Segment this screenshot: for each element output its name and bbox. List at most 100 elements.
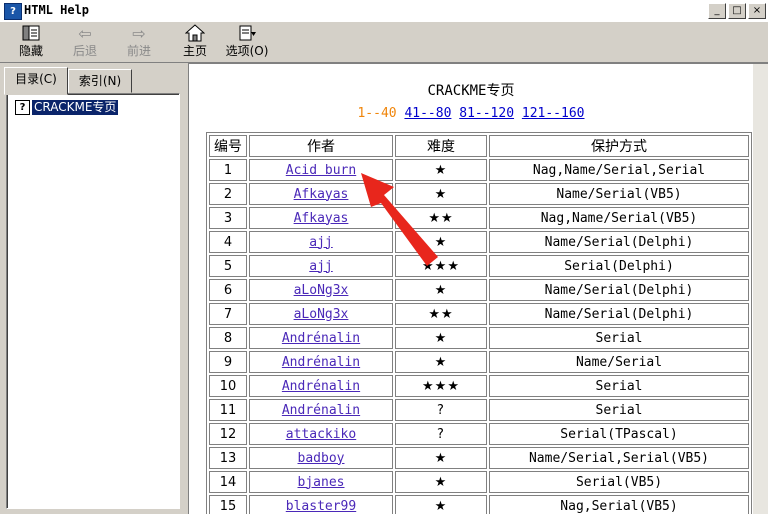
difficulty-rating-cell: ★	[395, 327, 487, 349]
table-row: 10 Andrénalin ★★★ Serial	[209, 375, 749, 397]
header-number: 编号	[209, 135, 247, 157]
difficulty-rating: ★	[434, 498, 448, 514]
author-link[interactable]: Afkayas	[294, 211, 349, 226]
author-link[interactable]: Afkayas	[294, 187, 349, 202]
protection-method: Serial(VB5)	[575, 474, 663, 490]
author-link[interactable]: badboy	[298, 451, 345, 466]
author-link[interactable]: aLoNg3x	[294, 307, 349, 322]
author-link[interactable]: aLoNg3x	[294, 283, 349, 298]
protection-method-cell: Name/Serial,Serial(VB5)	[489, 447, 749, 469]
author-link[interactable]: Andrénalin	[282, 331, 360, 346]
table-row: 8 Andrénalin ★ Serial	[209, 327, 749, 349]
author-link[interactable]: attackiko	[286, 427, 356, 442]
difficulty-rating-cell: ★	[395, 231, 487, 253]
author-link[interactable]: Acid burn	[286, 163, 356, 178]
table-row: 12 attackiko? Serial(TPascal)	[209, 423, 749, 445]
difficulty-rating-cell: ★	[395, 351, 487, 373]
difficulty-rating: ★	[434, 234, 448, 250]
back-arrow-icon: ⇦	[78, 24, 92, 43]
maximize-button[interactable]: □	[728, 3, 746, 19]
row-number-cell: 6	[209, 279, 247, 301]
author-link[interactable]: bjanes	[298, 475, 345, 490]
protection-method-cell: Serial(VB5)	[489, 471, 749, 493]
tree-item-crackme[interactable]: ? CRACKME专页	[15, 100, 119, 115]
difficulty-rating-cell: ★	[395, 279, 487, 301]
difficulty-rating: ★	[434, 354, 448, 370]
header-protection: 保护方式	[489, 135, 749, 157]
header-difficulty: 难度	[395, 135, 487, 157]
home-button[interactable]: 主页	[170, 24, 220, 60]
table-row: 13 badboy ★ Name/Serial,Serial(VB5)	[209, 447, 749, 469]
row-number: 7	[223, 306, 233, 322]
row-number-cell: 5	[209, 255, 247, 277]
difficulty-rating: ★	[434, 282, 448, 298]
protection-method: Name/Serial(Delphi)	[544, 306, 694, 322]
content-pane: CRACKME专页 1--40 41--80 81--120 121--160 …	[188, 63, 768, 514]
row-number-cell: 15	[209, 495, 247, 514]
difficulty-rating: ★	[434, 330, 448, 346]
options-button[interactable]: 选项(O)	[222, 24, 272, 60]
author-link[interactable]: ajj	[309, 259, 332, 274]
protection-method: Name/Serial(Delphi)	[544, 282, 694, 298]
forward-arrow-icon: ⇨	[132, 24, 146, 43]
tab-index[interactable]: 索引(N)	[68, 69, 132, 93]
author-link-cell: Andrénalin	[249, 351, 393, 373]
minimize-button[interactable]: _	[708, 3, 726, 19]
difficulty-rating-cell: ★	[395, 447, 487, 469]
range-link-current[interactable]: 1--40	[357, 106, 396, 121]
protection-method-cell: Name/Serial(Delphi)	[489, 231, 749, 253]
protection-method: Nag,Name/Serial(VB5)	[540, 210, 698, 226]
row-number-cell: 13	[209, 447, 247, 469]
author-link-cell: attackiko	[249, 423, 393, 445]
range-link[interactable]: 41--80	[404, 106, 451, 121]
author-link-cell: Afkayas	[249, 207, 393, 229]
protection-method-cell: Nag,Name/Serial,Serial	[489, 159, 749, 181]
difficulty-rating: ★★★	[422, 378, 460, 394]
protection-method: Name/Serial	[575, 354, 663, 370]
row-number: 15	[219, 498, 237, 514]
difficulty-rating: ★★	[428, 306, 454, 322]
row-number-cell: 1	[209, 159, 247, 181]
author-link[interactable]: Andrénalin	[282, 355, 360, 370]
row-number: 11	[219, 402, 237, 418]
hide-button[interactable]: 隐藏	[6, 24, 56, 60]
tab-contents[interactable]: 目录(C)	[4, 67, 68, 95]
protection-method-cell: Nag,Name/Serial(VB5)	[489, 207, 749, 229]
author-link[interactable]: blaster99	[286, 499, 356, 514]
author-link-cell: Andrénalin	[249, 399, 393, 421]
window-title: HTML Help	[24, 3, 90, 17]
difficulty-rating-cell: ★	[395, 159, 487, 181]
close-button[interactable]: ×	[748, 3, 766, 19]
author-link-cell: ajj	[249, 255, 393, 277]
protection-method: Serial(Delphi)	[564, 258, 674, 274]
row-number-cell: 11	[209, 399, 247, 421]
protection-method-cell: Serial(TPascal)	[489, 423, 749, 445]
difficulty-rating: ★	[434, 186, 448, 202]
row-number: 9	[223, 354, 233, 370]
author-link-cell: bjanes	[249, 471, 393, 493]
author-link-cell: Acid burn	[249, 159, 393, 181]
range-link[interactable]: 81--120	[459, 106, 514, 121]
author-link[interactable]: Andrénalin	[282, 379, 360, 394]
row-number-cell: 3	[209, 207, 247, 229]
protection-method: Serial	[595, 378, 643, 394]
difficulty-rating-cell: ★	[395, 495, 487, 514]
range-link[interactable]: 121--160	[522, 106, 585, 121]
author-link[interactable]: ajj	[309, 235, 332, 250]
vertical-scrollbar[interactable]	[753, 64, 768, 514]
author-link[interactable]: Andrénalin	[282, 403, 360, 418]
table-row: 1 Acid burn ★ Nag,Name/Serial,Serial	[209, 159, 749, 181]
difficulty-rating: ★	[434, 450, 448, 466]
row-number: 13	[219, 450, 237, 466]
title-bar: ? HTML Help _ □ ×	[0, 0, 768, 23]
row-number: 14	[219, 474, 237, 490]
author-link-cell: Andrénalin	[249, 375, 393, 397]
difficulty-rating: ★★★	[422, 258, 460, 274]
row-number: 3	[223, 210, 233, 226]
back-button[interactable]: ⇦ 后退	[60, 24, 110, 60]
difficulty-rating: ?	[437, 426, 445, 442]
difficulty-rating-cell: ★★	[395, 303, 487, 325]
header-author: 作者	[249, 135, 393, 157]
forward-button[interactable]: ⇨ 前进	[114, 24, 164, 60]
protection-method: Nag,Name/Serial,Serial	[532, 162, 706, 178]
